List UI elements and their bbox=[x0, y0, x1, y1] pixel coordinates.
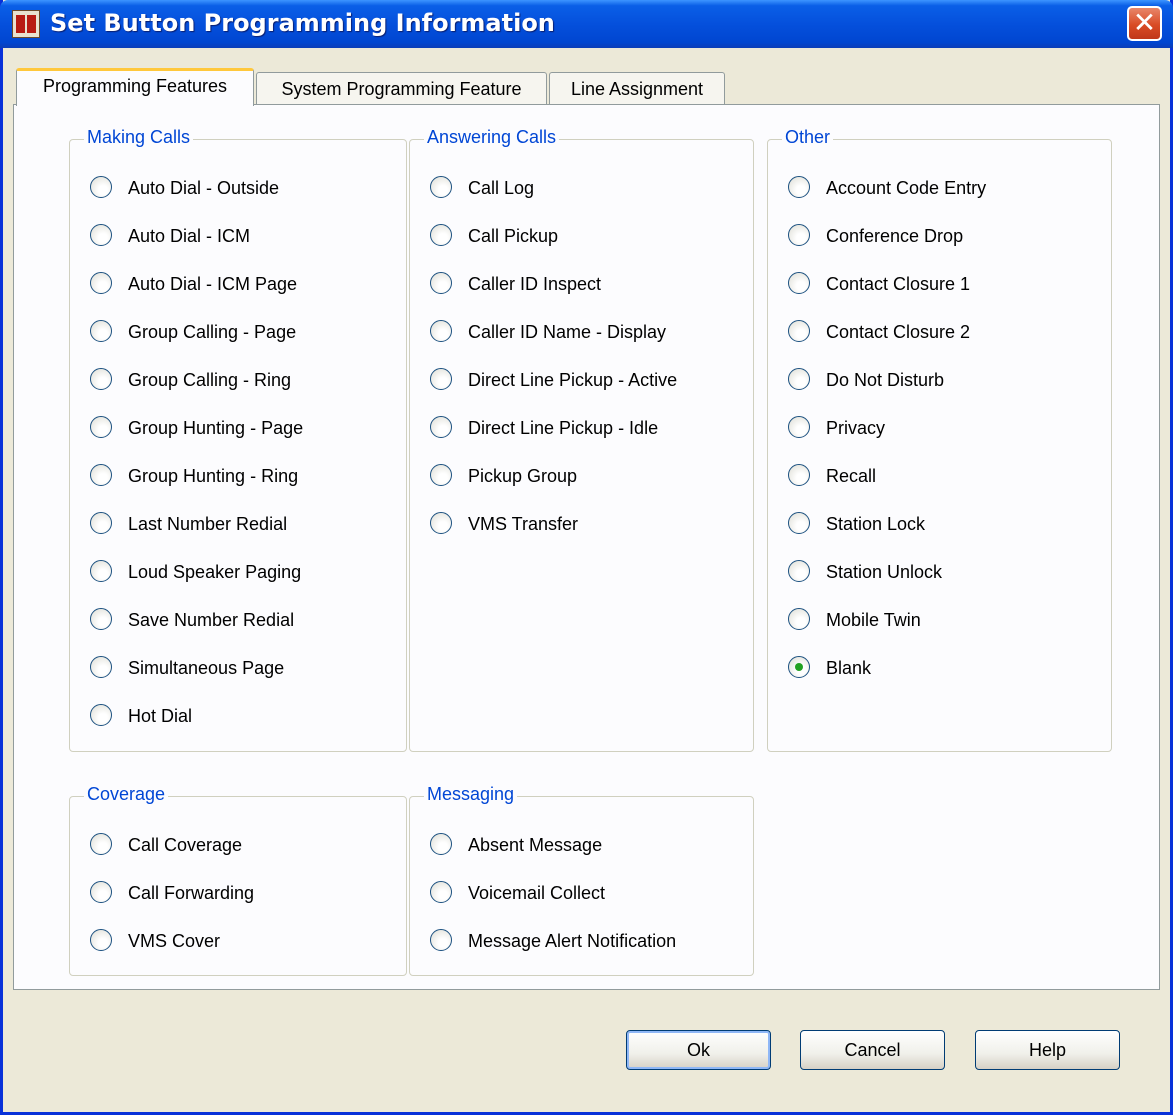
radio-button[interactable] bbox=[430, 368, 452, 390]
radio-label: Voicemail Collect bbox=[468, 883, 606, 903]
app-icon bbox=[12, 10, 40, 38]
radio-button[interactable] bbox=[430, 176, 452, 198]
radio-button[interactable] bbox=[430, 929, 452, 951]
radio-label: VMS Transfer bbox=[468, 514, 579, 534]
radio-button[interactable] bbox=[430, 464, 452, 486]
radio-button[interactable] bbox=[788, 656, 810, 678]
radio-button[interactable] bbox=[90, 833, 112, 855]
radio-button[interactable] bbox=[90, 560, 112, 582]
radio-button[interactable] bbox=[90, 368, 112, 390]
radio-label: Absent Message bbox=[468, 835, 603, 855]
radio-button[interactable] bbox=[430, 416, 452, 438]
radio-button[interactable] bbox=[788, 368, 810, 390]
tab-system-programming-feature[interactable]: System Programming Feature bbox=[256, 72, 547, 106]
radio-button[interactable] bbox=[90, 416, 112, 438]
group-other: Other Account Code Entry Conference Drop C… bbox=[767, 127, 1112, 752]
radio-label: Contact Closure 2 bbox=[826, 322, 971, 342]
radio-label: Group Calling - Ring bbox=[128, 370, 292, 390]
window-title: Set Button Programming Information bbox=[50, 9, 555, 37]
radio-label: VMS Cover bbox=[128, 931, 221, 951]
radio-button[interactable] bbox=[90, 656, 112, 678]
group-making-calls: Making Calls Auto Dial - Outside Auto Dia… bbox=[69, 127, 407, 752]
radio-button[interactable] bbox=[90, 512, 112, 534]
radio-button[interactable] bbox=[430, 224, 452, 246]
radio-button[interactable] bbox=[430, 512, 452, 534]
radio-label: Group Hunting - Ring bbox=[128, 466, 299, 486]
group-coverage: Coverage Call Coverage Call Forwarding VMS… bbox=[69, 784, 407, 976]
radio-label: Group Hunting - Page bbox=[128, 418, 304, 438]
radio-label: Group Calling - Page bbox=[128, 322, 297, 342]
radio-button[interactable] bbox=[788, 416, 810, 438]
radio-label: Direct Line Pickup - Active bbox=[468, 370, 678, 390]
help-button[interactable]: Help bbox=[975, 1030, 1120, 1070]
radio-label: Call Pickup bbox=[468, 226, 559, 246]
radio-button[interactable] bbox=[788, 176, 810, 198]
radio-button[interactable] bbox=[788, 512, 810, 534]
radio-button[interactable] bbox=[430, 881, 452, 903]
radio-label: Call Log bbox=[468, 178, 535, 198]
tab-line-assignment[interactable]: Line Assignment bbox=[549, 72, 725, 106]
group-answering-calls: Answering Calls Call Log Call Pickup Calle… bbox=[409, 127, 754, 752]
tab-panel: Making Calls Auto Dial - Outside Auto Dia… bbox=[13, 104, 1160, 990]
group-title-answering-calls: Answering Calls bbox=[424, 127, 560, 148]
radio-label: Call Forwarding bbox=[128, 883, 255, 903]
radio-label: Conference Drop bbox=[826, 226, 964, 246]
radio-button[interactable] bbox=[430, 272, 452, 294]
radio-label: Mobile Twin bbox=[826, 610, 921, 630]
radio-label: Station Unlock bbox=[826, 562, 943, 582]
radio-button[interactable] bbox=[90, 881, 112, 903]
radio-label: Auto Dial - Outside bbox=[128, 178, 280, 198]
radio-label: Simultaneous Page bbox=[128, 658, 285, 678]
radio-button[interactable] bbox=[90, 704, 112, 726]
radio-button[interactable] bbox=[90, 929, 112, 951]
radio-button[interactable] bbox=[90, 176, 112, 198]
radio-label: Message Alert Notification bbox=[468, 931, 677, 951]
ok-button[interactable]: Ok bbox=[626, 1030, 771, 1070]
cancel-button[interactable]: Cancel bbox=[800, 1030, 945, 1070]
radio-label: Hot Dial bbox=[128, 706, 193, 726]
radio-label: Privacy bbox=[826, 418, 886, 438]
radio-button[interactable] bbox=[430, 833, 452, 855]
title-bar[interactable]: Set Button Programming Information ✕ bbox=[0, 0, 1173, 48]
radio-button[interactable] bbox=[788, 464, 810, 486]
radio-button[interactable] bbox=[788, 320, 810, 342]
radio-label: Account Code Entry bbox=[826, 178, 987, 198]
radio-button[interactable] bbox=[90, 320, 112, 342]
radio-label: Do Not Disturb bbox=[826, 370, 945, 390]
radio-label: Station Lock bbox=[826, 514, 926, 534]
tab-programming-features[interactable]: Programming Features bbox=[16, 68, 254, 106]
radio-button[interactable] bbox=[90, 464, 112, 486]
radio-label: Loud Speaker Paging bbox=[128, 562, 302, 582]
radio-button[interactable] bbox=[90, 608, 112, 630]
radio-label: Blank bbox=[826, 658, 872, 678]
radio-label: Auto Dial - ICM Page bbox=[128, 274, 298, 294]
radio-button[interactable] bbox=[90, 272, 112, 294]
radio-label: Caller ID Inspect bbox=[468, 274, 602, 294]
radio-label: Call Coverage bbox=[128, 835, 243, 855]
radio-button[interactable] bbox=[430, 320, 452, 342]
radio-button[interactable] bbox=[788, 224, 810, 246]
close-icon: ✕ bbox=[1132, 6, 1157, 39]
close-button[interactable]: ✕ bbox=[1127, 6, 1162, 41]
radio-button[interactable] bbox=[788, 560, 810, 582]
radio-label: Save Number Redial bbox=[128, 610, 295, 630]
radio-label: Caller ID Name - Display bbox=[468, 322, 667, 342]
radio-button[interactable] bbox=[90, 224, 112, 246]
radio-label: Contact Closure 1 bbox=[826, 274, 971, 294]
group-title-coverage: Coverage bbox=[84, 784, 169, 805]
group-title-messaging: Messaging bbox=[424, 784, 518, 805]
radio-label: Auto Dial - ICM bbox=[128, 226, 251, 246]
group-messaging: Messaging Absent Message Voicemail Collec… bbox=[409, 784, 754, 976]
group-title-other: Other bbox=[782, 127, 834, 148]
radio-label: Recall bbox=[826, 466, 877, 486]
radio-button[interactable] bbox=[788, 272, 810, 294]
radio-button[interactable] bbox=[788, 608, 810, 630]
radio-label: Direct Line Pickup - Idle bbox=[468, 418, 659, 438]
radio-label: Pickup Group bbox=[468, 466, 578, 486]
radio-label: Last Number Redial bbox=[128, 514, 288, 534]
group-title-making-calls: Making Calls bbox=[84, 127, 194, 148]
